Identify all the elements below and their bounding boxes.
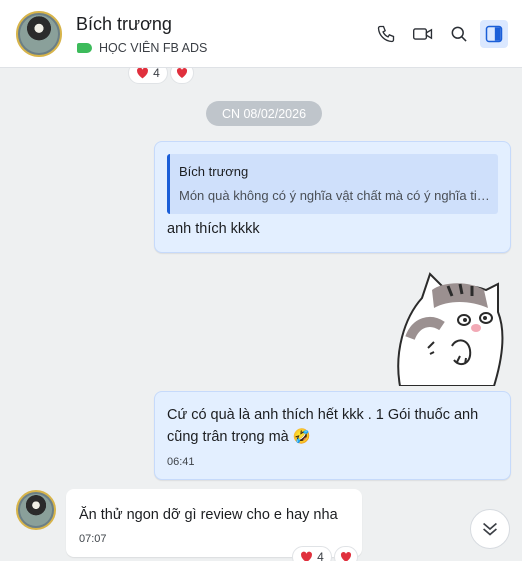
sidebar-toggle-icon: [485, 25, 503, 43]
search-icon: [451, 26, 467, 42]
quoted-text: Món quà không có ý nghĩa vật chất mà có …: [179, 188, 494, 203]
phone-icon: [377, 25, 395, 43]
contact-label[interactable]: HỌC VIÊN FB ADS: [77, 41, 207, 55]
heart-icon: [137, 67, 149, 79]
video-call-button[interactable]: [409, 20, 437, 48]
message-text: Ăn thử ngon dỡ gì review cho e hay nha: [79, 507, 338, 523]
heart-icon: [301, 551, 313, 561]
reaction-badge[interactable]: 4: [292, 546, 332, 561]
call-button[interactable]: [372, 20, 400, 48]
reaction-count: 4: [317, 550, 324, 561]
double-chevron-down-icon: [483, 522, 497, 536]
message-time: 07:07: [79, 533, 107, 545]
heart-icon: [176, 68, 188, 78]
cat-sticker-image: [397, 272, 504, 387]
message-text-line1: Cứ có quà là anh thích hết kkk . 1 Gói t…: [167, 407, 479, 423]
sidebar-toggle-button[interactable]: [480, 20, 508, 48]
message-text-line2: cũng trân trọng mà 🤣: [167, 429, 311, 445]
cat-sticker[interactable]: [390, 268, 505, 387]
message-bubble[interactable]: Cứ có quà là anh thích hết kkk . 1 Gói t…: [154, 391, 511, 480]
quoted-message[interactable]: Bích trương Món quà không có ý nghĩa vật…: [167, 154, 498, 214]
reaction-count: 4: [153, 66, 160, 80]
video-call-icon: [413, 28, 433, 40]
message-time: 06:41: [167, 456, 195, 468]
quick-react-button[interactable]: [334, 546, 358, 561]
message-bubble[interactable]: Bích trương Món quà không có ý nghĩa vật…: [154, 141, 511, 253]
scroll-to-bottom-button[interactable]: [470, 509, 510, 549]
contact-avatar[interactable]: [16, 11, 62, 57]
tag-icon: [77, 43, 92, 53]
chat-header: Bích trương HỌC VIÊN FB ADS: [0, 0, 522, 68]
search-button[interactable]: [445, 20, 473, 48]
contact-label-text: HỌC VIÊN FB ADS: [99, 41, 208, 55]
message-text: anh thích kkkk: [167, 221, 260, 237]
contact-name[interactable]: Bích trương: [76, 14, 172, 35]
date-separator: CN 08/02/2026: [206, 101, 322, 126]
sender-avatar[interactable]: [16, 490, 56, 530]
quoted-author: Bích trương: [179, 164, 249, 179]
heart-icon: [340, 552, 352, 561]
